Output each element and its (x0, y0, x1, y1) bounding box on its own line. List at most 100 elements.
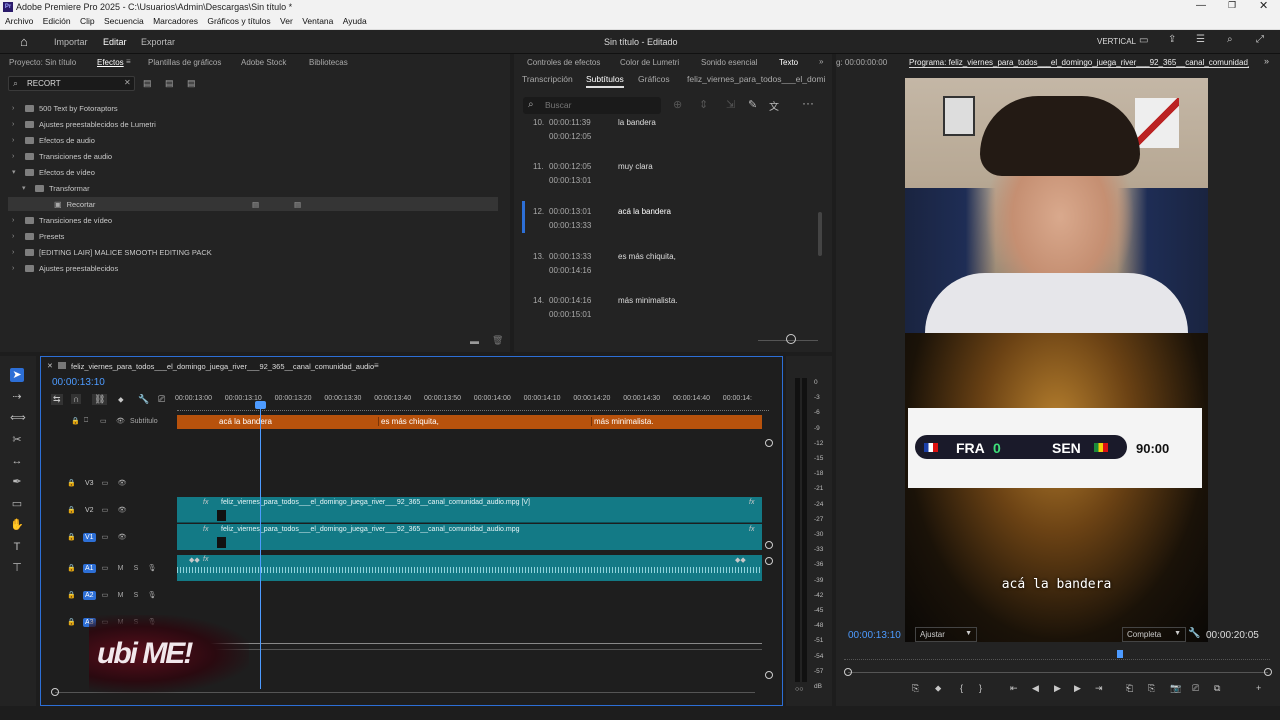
sequence-menu-icon[interactable]: ≡ (374, 361, 379, 370)
menu-ventana[interactable]: Ventana (302, 14, 333, 29)
mark-in-icon[interactable]: { (960, 683, 963, 693)
chevron-right-icon[interactable]: › (12, 217, 20, 224)
output-icon[interactable]: ▭ (100, 417, 116, 425)
timeline-settings-icon[interactable]: 🔧 (138, 394, 149, 405)
output-icon[interactable]: ▭ (102, 506, 118, 514)
more-options-icon[interactable]: ··· (802, 96, 814, 110)
playhead-line[interactable] (260, 403, 261, 689)
subtab-graficos[interactable]: Gráficos (638, 74, 670, 84)
quality-select[interactable]: Completa ▼ (1122, 627, 1186, 642)
menu-ver[interactable]: Ver (280, 14, 293, 29)
caption-item[interactable]: 10. 00:00:11:39 00:00:12:05 la bandera (522, 118, 812, 152)
minimize-icon[interactable]: — (1196, 0, 1206, 11)
timeline-vscroll[interactable] (765, 415, 773, 687)
caption-text[interactable]: acá la bandera (618, 207, 671, 216)
tab-proyecto[interactable]: Proyecto: Sin título (9, 58, 76, 67)
output-icon[interactable]: ▭ (102, 479, 118, 487)
caption-end-time[interactable]: 00:00:15:01 (549, 310, 591, 319)
hscroll-handle[interactable] (51, 688, 59, 696)
layout-label[interactable]: VERTICAL (1097, 37, 1136, 46)
caption-item[interactable]: 14. 00:00:14:16 00:00:15:01 más minimalista… (522, 296, 812, 330)
track-select-icon[interactable]: ⇢ (10, 390, 24, 404)
subtitle-clip-3[interactable]: más minimalista. (591, 417, 654, 426)
chevron-right-icon[interactable]: › (12, 265, 20, 272)
panel-icon[interactable]: ▭ (1139, 35, 1148, 46)
tree-folder[interactable]: › Transiciones de audio (12, 149, 502, 163)
nav-exportar[interactable]: Exportar (141, 37, 175, 47)
scrub-start-handle[interactable] (844, 668, 852, 676)
track-v1-badge[interactable]: V1 (83, 532, 96, 542)
eye-icon[interactable]: 👁 (116, 417, 130, 425)
caption-end-time[interactable]: 00:00:13:01 (549, 176, 591, 185)
hand-icon[interactable]: ✋ (10, 518, 24, 532)
menu-graficos[interactable]: Gráficos y títulos (207, 14, 270, 29)
tree-folder[interactable]: › Transiciones de vídeo (12, 213, 502, 227)
lock-icon[interactable]: 🔒 (67, 533, 83, 541)
clear-search-icon[interactable]: ✕ (124, 78, 131, 87)
workspace-icon[interactable]: ☰ (1196, 34, 1205, 45)
tree-folder[interactable]: ▾ Transformar (12, 181, 502, 195)
export-frame-icon[interactable]: 📷 (1170, 683, 1181, 694)
tab-lumetri[interactable]: Color de Lumetri (620, 58, 679, 67)
timeline-timecode[interactable]: 00:00:13:10 (52, 377, 105, 388)
maximize-icon[interactable]: ❐ (1228, 0, 1236, 11)
edit-icon[interactable]: ✎ (748, 98, 757, 111)
current-timecode[interactable]: 00:00:13:10 (848, 630, 901, 641)
eye-icon[interactable]: 👁 (118, 533, 127, 541)
caption-end-time[interactable]: 00:00:12:05 (549, 132, 591, 141)
tab-bibliotecas[interactable]: Bibliotecas (309, 58, 348, 67)
track-v3-badge[interactable]: V3 (83, 479, 96, 488)
step-forward-icon[interactable]: ▶ (1074, 683, 1081, 694)
mini-ruler[interactable] (844, 654, 1270, 660)
tree-folder[interactable]: › Efectos de audio (12, 133, 502, 147)
playhead-handle[interactable] (255, 401, 266, 409)
rectangle-icon[interactable]: ▭ (10, 497, 24, 511)
caption-end-time[interactable]: 00:00:13:33 (549, 221, 591, 230)
close-icon[interactable]: ✕ (1259, 0, 1268, 12)
linked-selection-icon[interactable]: ⛓ (92, 394, 108, 405)
ripple-edit-icon[interactable]: ⟺ (10, 411, 26, 425)
menu-clip[interactable]: Clip (80, 14, 95, 29)
tree-folder[interactable]: › [EDITING LAIR] MALICE SMOOTH EDITING PA… (12, 245, 502, 259)
caption-text[interactable]: es más chiquita, (618, 252, 676, 261)
track-sync-icon[interactable]: ⎕ (84, 417, 100, 425)
effect-item[interactable]: ▣ Recortar ▤ ▤ (8, 197, 498, 211)
v1-clip[interactable]: fx feliz_viernes_para_todos___el_domingo… (177, 524, 762, 550)
track-a2-badge[interactable]: A2 (83, 590, 96, 600)
close-sequence-icon[interactable]: ✕ (47, 362, 53, 370)
eye-icon[interactable]: 👁 (118, 506, 127, 514)
nav-editar[interactable]: Editar (103, 37, 127, 47)
effects-search-input[interactable]: RECORT (27, 79, 61, 88)
subtitle-clip-2[interactable]: es más chiquita, (378, 417, 439, 426)
chevron-down-icon[interactable]: ▾ (22, 184, 30, 192)
captions-search-input[interactable]: Buscar (545, 100, 571, 110)
home-icon[interactable]: ⌂ (20, 34, 28, 49)
lock-icon[interactable]: 🔒 (67, 591, 83, 599)
menu-archivo[interactable]: Archivo (5, 14, 33, 29)
captions-search-field[interactable]: ⌕ Buscar (523, 97, 661, 114)
caption-start-time[interactable]: 00:00:13:01 (549, 207, 591, 216)
razor-icon[interactable]: ✂ (10, 433, 24, 447)
lock-icon[interactable]: 🔒 (67, 564, 83, 572)
output-icon[interactable]: ▭ (102, 564, 118, 572)
slip-icon[interactable]: ↔ (10, 454, 24, 468)
menu-marcadores[interactable]: Marcadores (153, 14, 198, 29)
program-title[interactable]: Programa: feliz_viernes_para_todos___el_… (909, 58, 1249, 68)
tree-folder[interactable]: › Ajustes preestablecidos (12, 261, 502, 275)
mute-icon[interactable]: M (118, 565, 134, 572)
caption-text[interactable]: muy clara (618, 162, 653, 171)
play-icon[interactable]: ▶ (1054, 683, 1061, 694)
v2-clip[interactable]: fx feliz_viernes_para_todos___el_domingo… (177, 497, 762, 523)
split-caption-icon[interactable]: ⇲ (726, 98, 735, 111)
mute-icon[interactable]: M (118, 592, 134, 599)
caption-start-time[interactable]: 00:00:12:05 (549, 162, 591, 171)
search-icon[interactable]: ⌕ (1227, 34, 1233, 45)
menu-edicion[interactable]: Edición (43, 14, 71, 29)
32bit-effects-icon[interactable]: ▤ (165, 78, 174, 89)
effects-search-field[interactable]: ⌕ RECORT ✕ (8, 76, 135, 91)
tab-sonido[interactable]: Sonido esencial (701, 58, 757, 67)
step-back-icon[interactable]: ◀ (1032, 683, 1039, 694)
share-icon[interactable]: ⇪ (1168, 34, 1176, 45)
add-caption-icon[interactable]: ⊕ (673, 98, 682, 111)
chevron-down-icon[interactable]: ▾ (12, 168, 20, 176)
